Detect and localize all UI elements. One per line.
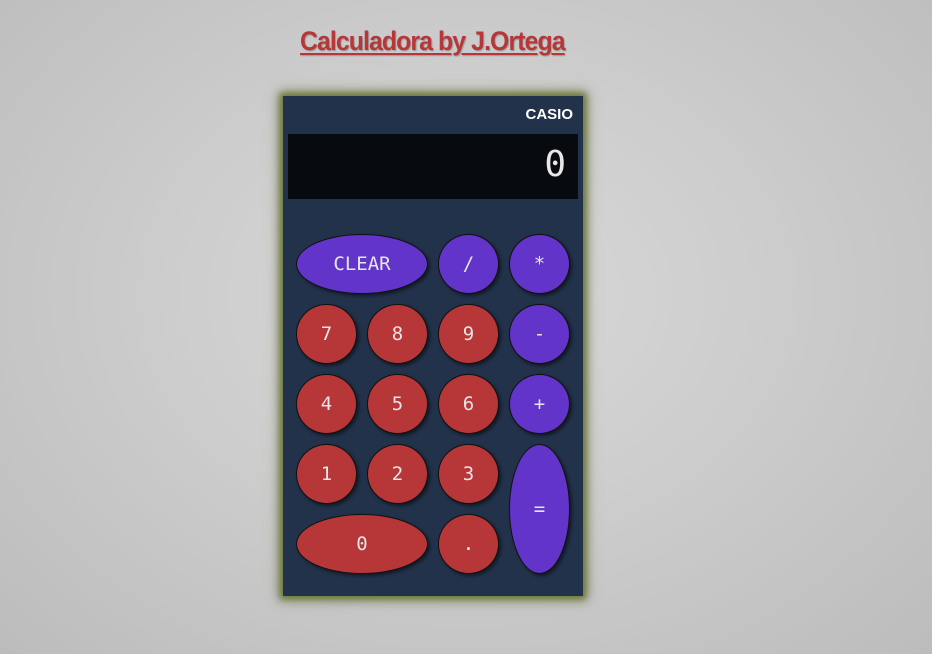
brand-label: CASIO xyxy=(525,106,573,123)
decimal-point-button[interactable]: . xyxy=(438,514,499,574)
display-value: 0 xyxy=(544,144,566,185)
digit-6-button[interactable]: 6 xyxy=(438,374,499,434)
clear-button[interactable]: CLEAR xyxy=(296,234,428,294)
page-title: Calculadora by J.Ortega xyxy=(300,26,566,56)
digit-3-button[interactable]: 3 xyxy=(438,444,499,504)
calculator-display: 0 xyxy=(288,134,578,199)
equals-button[interactable]: = xyxy=(509,444,570,574)
digit-9-button[interactable]: 9 xyxy=(438,304,499,364)
digit-0-button[interactable]: 0 xyxy=(296,514,428,574)
digit-7-button[interactable]: 7 xyxy=(296,304,357,364)
divide-button[interactable]: / xyxy=(438,234,499,294)
calculator: CASIO 0 CLEAR / * 7 8 9 - 4 5 6 + 1 2 3 … xyxy=(283,96,583,596)
digit-1-button[interactable]: 1 xyxy=(296,444,357,504)
digit-5-button[interactable]: 5 xyxy=(367,374,428,434)
multiply-button[interactable]: * xyxy=(509,234,570,294)
digit-4-button[interactable]: 4 xyxy=(296,374,357,434)
minus-button[interactable]: - xyxy=(509,304,570,364)
digit-8-button[interactable]: 8 xyxy=(367,304,428,364)
digit-2-button[interactable]: 2 xyxy=(367,444,428,504)
plus-button[interactable]: + xyxy=(509,374,570,434)
